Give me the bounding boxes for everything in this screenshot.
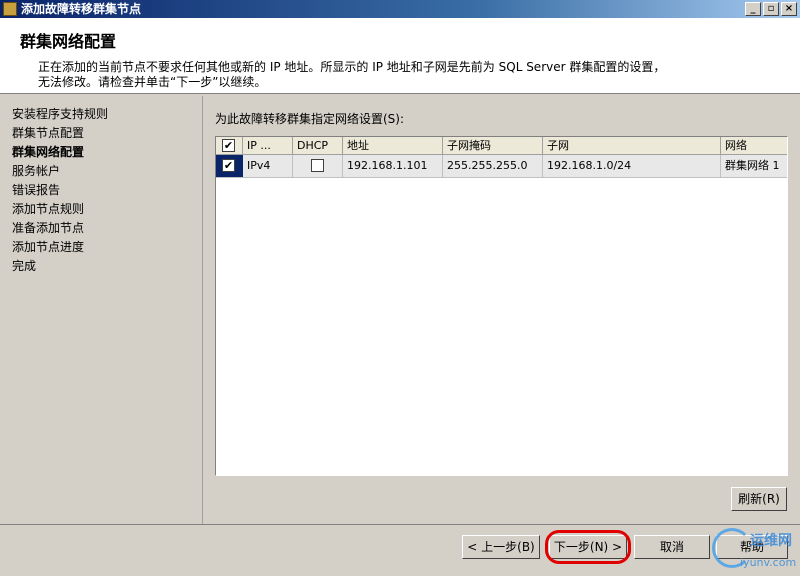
column-header-subnet-mask[interactable]: 子网掩码 (443, 137, 543, 154)
column-header-dhcp[interactable]: DHCP (293, 137, 343, 154)
description-line-2: 无法修改。请检查并单击“下一步”以继续。 (38, 75, 267, 89)
table-row[interactable]: ✔ IPv4 192.168.1.101 255.255.255.0 192.1… (216, 155, 787, 178)
footer-separator (0, 524, 800, 525)
step-add-node-progress[interactable]: 添加节点进度 (12, 239, 84, 255)
step-cluster-node-config[interactable]: 群集节点配置 (12, 125, 84, 141)
setup-app-icon (3, 2, 17, 16)
select-all-checkbox[interactable]: ✔ (222, 139, 235, 152)
cell-dhcp (293, 155, 343, 177)
back-button[interactable]: < 上一步(B) (462, 535, 540, 559)
page-description: 正在添加的当前节点不要求任何其他或新的 IP 地址。所显示的 IP 地址和子网是… (38, 60, 665, 90)
refresh-button[interactable]: 刷新(R) (731, 487, 787, 511)
column-header-subnet[interactable]: 子网 (543, 137, 721, 154)
restore-button[interactable]: ▫ (763, 2, 779, 16)
cell-ip-version: IPv4 (243, 155, 293, 177)
step-complete[interactable]: 完成 (12, 258, 36, 274)
network-grid-label: 为此故障转移群集指定网络设置(S): (215, 112, 405, 126)
step-add-node-rules[interactable]: 添加节点规则 (12, 201, 84, 217)
grid-header: ✔ IP ... DHCP 地址 子网掩码 子网 网络 (216, 137, 787, 155)
cell-subnet: 192.168.1.0/24 (543, 155, 721, 177)
close-button[interactable]: × (781, 2, 797, 16)
title-bar: 添加故障转移群集节点 _ ▫ × (0, 0, 800, 18)
column-header-ip[interactable]: IP ... (243, 137, 293, 154)
main-panel: 为此故障转移群集指定网络设置(S): ✔ IP ... DHCP 地址 子网掩码… (203, 96, 800, 524)
site-watermark: 运维网 iyunv.com (712, 522, 800, 576)
watermark-text-cn: 运维网 (750, 533, 792, 549)
window-title: 添加故障转移群集节点 (21, 2, 142, 16)
next-button-highlight-annotation (545, 530, 631, 564)
watermark-text-domain: iyunv.com (740, 556, 797, 569)
column-header-address[interactable]: 地址 (343, 137, 443, 154)
step-service-accounts[interactable]: 服务帐户 (12, 163, 60, 179)
row-include-checkbox[interactable]: ✔ (222, 159, 235, 172)
dhcp-checkbox[interactable] (311, 159, 324, 172)
cell-subnet-mask: 255.255.255.0 (443, 155, 543, 177)
row-selected-cell[interactable]: ✔ (216, 155, 243, 177)
page-title: 群集网络配置 (20, 32, 117, 51)
cell-network: 群集网络 1 (725, 159, 780, 172)
step-error-reporting[interactable]: 错误报告 (12, 182, 60, 198)
column-header-network[interactable]: 网络 (721, 137, 787, 154)
header-select-all-cell[interactable]: ✔ (216, 137, 243, 154)
step-setup-support-rules[interactable]: 安装程序支持规则 (12, 106, 108, 122)
step-sidebar: 安装程序支持规则 群集节点配置 群集网络配置 服务帐户 错误报告 添加节点规则 … (0, 96, 203, 524)
step-ready-to-add-node[interactable]: 准备添加节点 (12, 220, 84, 236)
cancel-button[interactable]: 取消 (634, 535, 710, 559)
cell-address: 192.168.1.101 (343, 155, 443, 177)
step-cluster-network-config[interactable]: 群集网络配置 (12, 144, 84, 160)
minimize-button[interactable]: _ (745, 2, 761, 16)
description-line-1: 正在添加的当前节点不要求任何其他或新的 IP 地址。所显示的 IP 地址和子网是… (38, 60, 666, 74)
page-header: 群集网络配置 正在添加的当前节点不要求任何其他或新的 IP 地址。所显示的 IP… (0, 18, 800, 94)
network-settings-grid[interactable]: ✔ IP ... DHCP 地址 子网掩码 子网 网络 ✔ IPv4 192.1… (215, 136, 788, 476)
